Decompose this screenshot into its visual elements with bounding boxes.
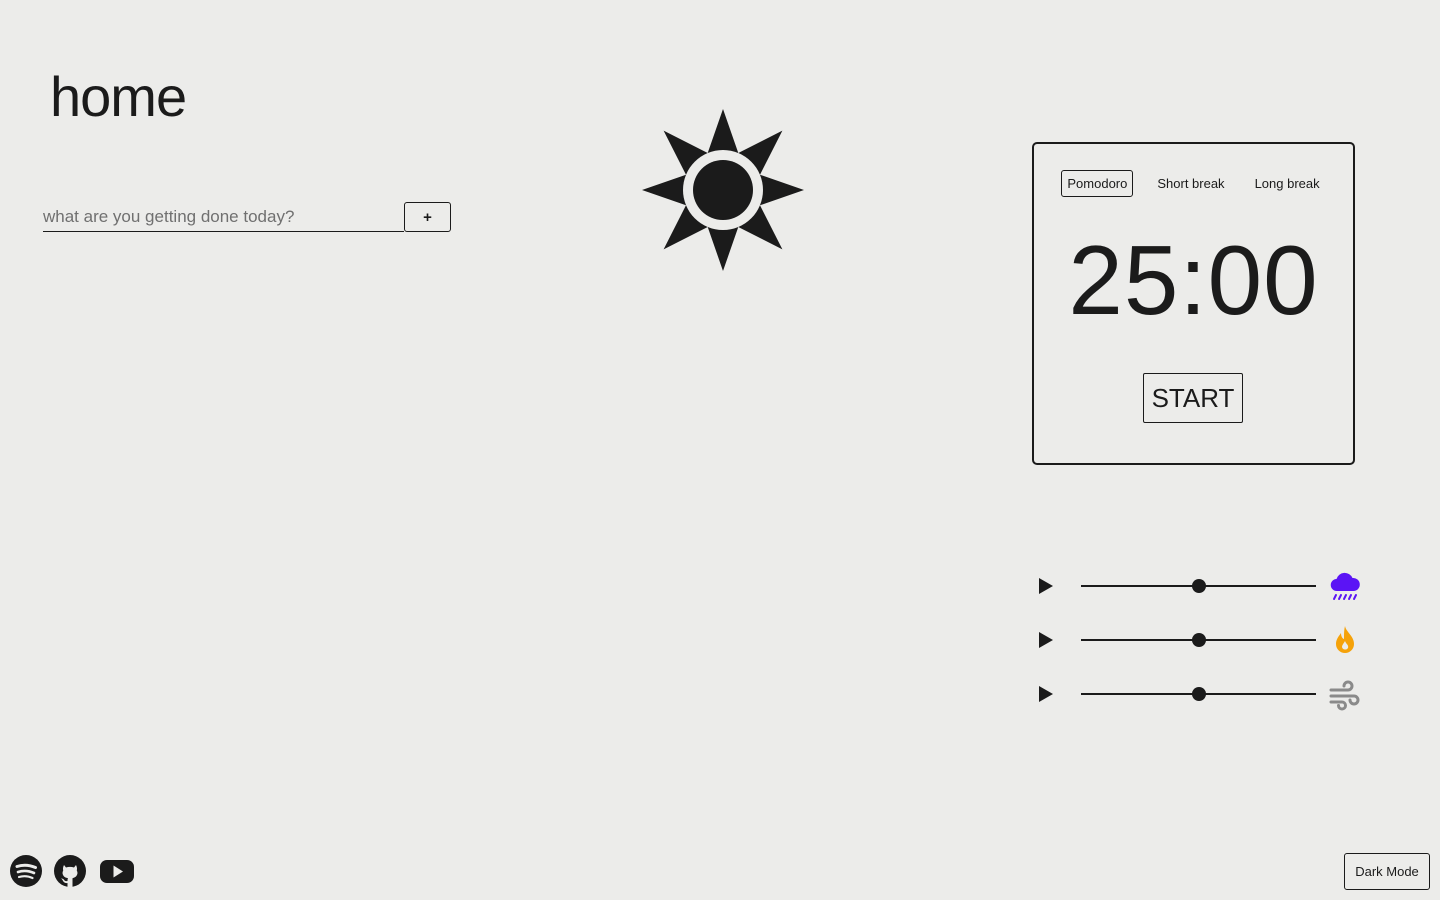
play-icon[interactable] bbox=[1036, 631, 1054, 649]
sound-row-fire bbox=[1036, 623, 1366, 657]
pomodoro-timer: Pomodoro Short break Long break 25:00 ST… bbox=[1032, 142, 1355, 465]
dark-mode-button[interactable]: Dark Mode bbox=[1344, 853, 1430, 890]
sun-icon[interactable] bbox=[642, 109, 804, 271]
github-icon[interactable] bbox=[53, 854, 87, 888]
spotify-icon[interactable] bbox=[9, 854, 43, 888]
page: home + Pomodoro Short break Long break 2… bbox=[0, 0, 1440, 900]
timer-mode-tabs: Pomodoro Short break Long break bbox=[1034, 170, 1353, 197]
short-break-tab[interactable]: Short break bbox=[1151, 170, 1230, 197]
flame-icon[interactable] bbox=[1328, 623, 1362, 657]
volume-slider-thumb[interactable] bbox=[1191, 633, 1206, 647]
wind-icon[interactable] bbox=[1328, 677, 1362, 711]
long-break-tab[interactable]: Long break bbox=[1249, 170, 1326, 197]
play-icon[interactable] bbox=[1036, 685, 1054, 703]
volume-slider-thumb[interactable] bbox=[1191, 687, 1206, 701]
todo-form: + bbox=[43, 202, 451, 232]
sound-row-rain bbox=[1036, 569, 1366, 603]
sound-row-wind bbox=[1036, 677, 1366, 711]
pomodoro-tab[interactable]: Pomodoro bbox=[1061, 170, 1134, 197]
youtube-icon[interactable] bbox=[99, 854, 135, 888]
volume-slider-thumb[interactable] bbox=[1191, 579, 1206, 593]
todo-input[interactable] bbox=[43, 202, 404, 232]
timer-display: 25:00 bbox=[1068, 225, 1319, 335]
start-button[interactable]: START bbox=[1143, 373, 1243, 423]
rain-cloud-icon[interactable] bbox=[1328, 569, 1362, 603]
add-todo-button[interactable]: + bbox=[404, 202, 451, 232]
play-icon[interactable] bbox=[1036, 577, 1054, 595]
page-title: home bbox=[50, 65, 187, 128]
